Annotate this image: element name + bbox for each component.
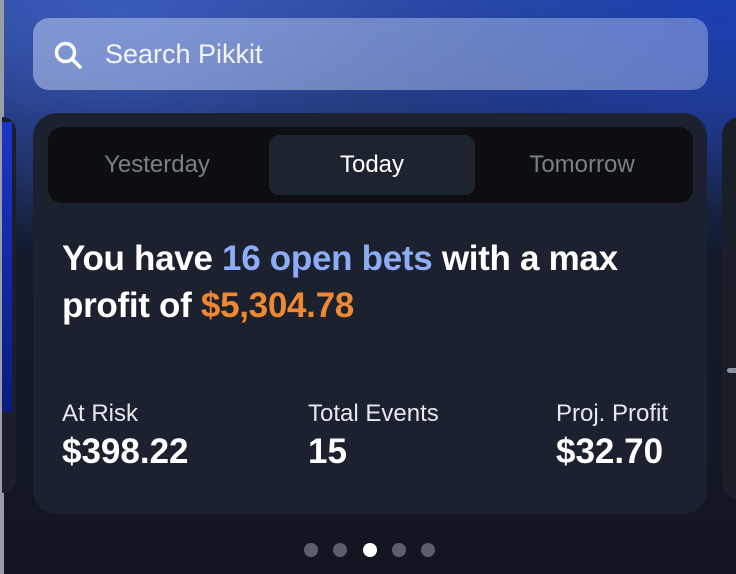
max-profit-value: $5,304.78 (200, 286, 354, 325)
tab-today[interactable]: Today (269, 135, 475, 195)
day-tabs: Yesterday Today Tomorrow (48, 127, 693, 203)
next-card-indicator (727, 368, 736, 373)
page-dot-2[interactable] (333, 543, 347, 557)
stat-total-events: Total Events 15 (308, 399, 439, 475)
search-input[interactable] (105, 18, 685, 90)
page-dot-4[interactable] (392, 543, 406, 557)
tab-tomorrow[interactable]: Tomorrow (479, 135, 685, 195)
page-dot-3[interactable] (363, 543, 377, 557)
stat-proj-profit: Proj. Profit $32.70 (556, 399, 668, 475)
stat-label: Total Events (308, 400, 439, 427)
stat-label: At Risk (62, 400, 139, 427)
page-dot-5[interactable] (421, 543, 435, 557)
previous-card-peek[interactable] (2, 117, 16, 493)
search-bar[interactable] (33, 18, 708, 90)
stat-at-risk: At Risk $398.22 (62, 399, 189, 475)
open-bets-card: Yesterday Today Tomorrow You have 16 ope… (33, 113, 707, 514)
page-dot-1[interactable] (304, 543, 318, 557)
open-bets-count[interactable]: 16 open bets (222, 239, 433, 278)
next-card-peek[interactable] (722, 117, 736, 500)
previous-card-image (2, 122, 12, 412)
stat-value: 15 (308, 432, 347, 471)
tab-yesterday[interactable]: Yesterday (54, 135, 260, 195)
bets-summary: You have 16 open bets with a max profit … (62, 235, 692, 329)
page-indicator (304, 543, 444, 557)
summary-prefix: You have (62, 239, 223, 278)
stat-value: $32.70 (556, 432, 664, 471)
stat-label: Proj. Profit (556, 400, 669, 427)
stat-value: $398.22 (62, 432, 189, 471)
search-icon (54, 41, 82, 69)
